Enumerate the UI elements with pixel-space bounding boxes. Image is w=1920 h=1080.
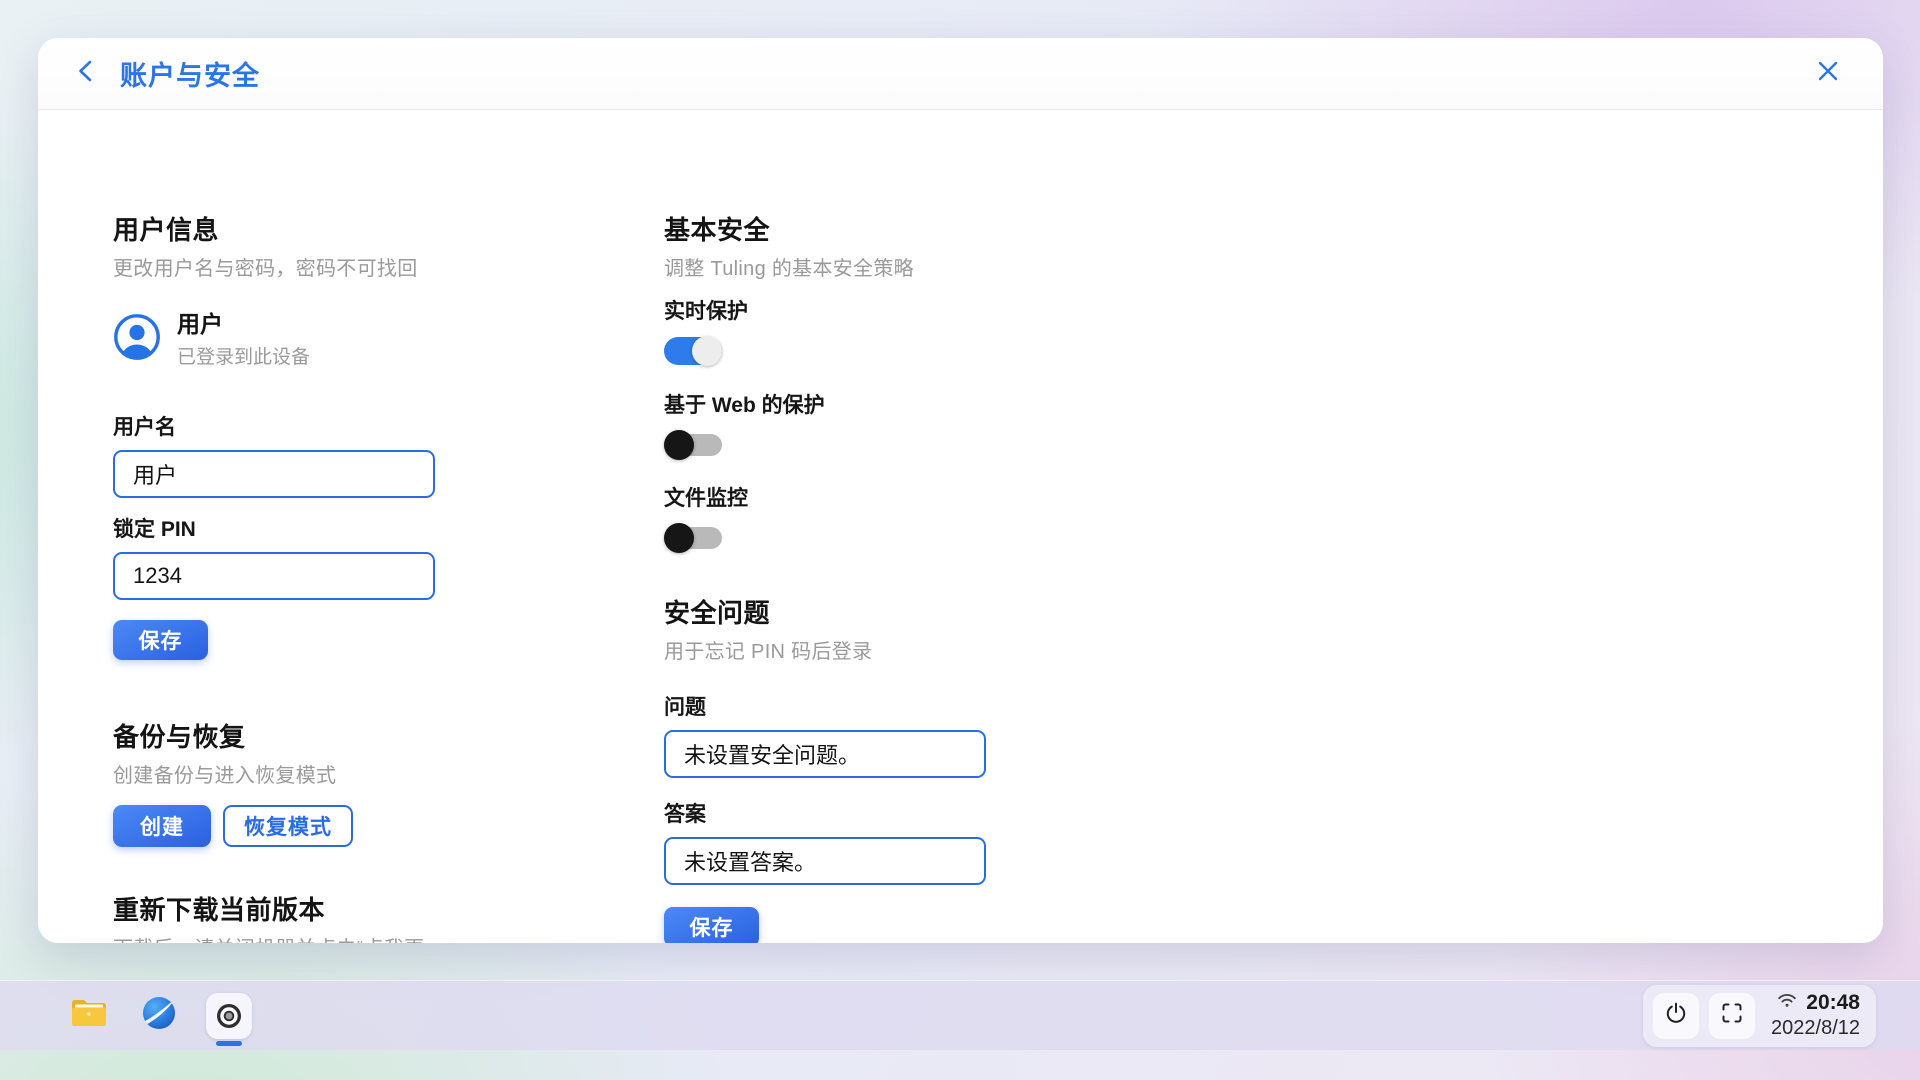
answer-input[interactable] — [664, 837, 986, 885]
settings-content: 用户信息 更改用户名与密码，密码不可找回 用户 已登录到此设备 — [38, 110, 1883, 943]
system-tray: 20:48 2022/8/12 — [1643, 985, 1876, 1047]
username-label: 用户名 — [113, 411, 453, 441]
pin-label: 锁定 PIN — [113, 513, 453, 543]
backup-subtitle: 创建备份与进入恢复模式 — [113, 759, 453, 788]
taskbar-item-settings-app[interactable] — [206, 987, 252, 1045]
security-question-heading: 安全问题 — [664, 593, 1004, 630]
basic-security-heading: 基本安全 — [664, 210, 1004, 247]
realtime-protection-label: 实时保护 — [664, 295, 1004, 325]
power-icon — [1664, 1001, 1688, 1030]
basic-security-subtitle: 调整 Tuling 的基本安全策略 — [664, 252, 1004, 281]
settings-window: 账户与安全 用户信息 更改用户名与密码，密码不可找回 — [38, 38, 1883, 943]
camera-app-icon — [206, 993, 252, 1039]
create-backup-button[interactable]: 创建 — [113, 805, 211, 847]
clock-area[interactable]: 20:48 2022/8/12 — [1771, 990, 1860, 1041]
close-icon — [1815, 58, 1841, 89]
fullscreen-button[interactable] — [1709, 993, 1755, 1039]
clock-date: 2022/8/12 — [1771, 1016, 1860, 1041]
active-app-indicator — [216, 1041, 242, 1046]
user-meta: 用户 已登录到此设备 — [177, 305, 310, 369]
pin-input[interactable] — [113, 552, 435, 600]
folder-icon — [70, 997, 108, 1034]
close-button[interactable] — [1807, 53, 1849, 95]
user-avatar-icon — [113, 313, 161, 361]
recovery-mode-button[interactable]: 恢复模式 — [223, 805, 353, 847]
toggle-knob — [664, 523, 694, 553]
taskbar-item-browser[interactable] — [136, 987, 182, 1045]
backup-heading: 备份与恢复 — [113, 717, 453, 754]
taskbar: 20:48 2022/8/12 — [0, 980, 1920, 1050]
redownload-subtitle: 下载后，请关闭机器并点击“点我更新.bat” — [113, 932, 453, 943]
chevron-left-icon — [71, 56, 101, 91]
toggle-knob — [664, 430, 694, 460]
user-info-heading: 用户信息 — [113, 210, 453, 247]
clock-time: 20:48 — [1806, 990, 1860, 1016]
user-info-subtitle: 更改用户名与密码，密码不可找回 — [113, 252, 453, 281]
user-name: 用户 — [177, 305, 310, 339]
web-protection-label: 基于 Web 的保护 — [664, 389, 1004, 419]
window-header: 账户与安全 — [38, 38, 1883, 110]
back-button[interactable] — [66, 54, 106, 94]
save-question-button[interactable]: 保存 — [664, 907, 759, 943]
save-user-button[interactable]: 保存 — [113, 620, 208, 660]
power-button[interactable] — [1653, 993, 1699, 1039]
security-question-subtitle: 用于忘记 PIN 码后登录 — [664, 635, 1004, 664]
taskbar-app-icons — [66, 987, 252, 1045]
web-protection-toggle[interactable] — [664, 429, 722, 461]
browser-globe-icon — [140, 994, 178, 1037]
current-user-row: 用户 已登录到此设备 — [113, 305, 453, 369]
left-column: 用户信息 更改用户名与密码，密码不可找回 用户 已登录到此设备 — [113, 110, 453, 943]
wifi-icon — [1777, 992, 1797, 1014]
file-monitor-label: 文件监控 — [664, 482, 1004, 512]
answer-label: 答案 — [664, 798, 1004, 828]
redownload-heading: 重新下载当前版本 — [113, 890, 453, 927]
username-input[interactable] — [113, 450, 435, 498]
taskbar-item-files[interactable] — [66, 987, 112, 1045]
fullscreen-icon — [1720, 1001, 1744, 1030]
right-column: 基本安全 调整 Tuling 的基本安全策略 实时保护 基于 Web 的保护 文… — [664, 110, 1004, 943]
question-input[interactable] — [664, 730, 986, 778]
question-label: 问题 — [664, 691, 1004, 721]
file-monitor-toggle[interactable] — [664, 522, 722, 554]
user-status: 已登录到此设备 — [177, 342, 310, 369]
realtime-protection-toggle[interactable] — [664, 335, 722, 367]
backup-buttons: 创建 恢复模式 — [113, 805, 453, 847]
toggle-knob — [692, 336, 722, 366]
page-title: 账户与安全 — [120, 54, 260, 93]
